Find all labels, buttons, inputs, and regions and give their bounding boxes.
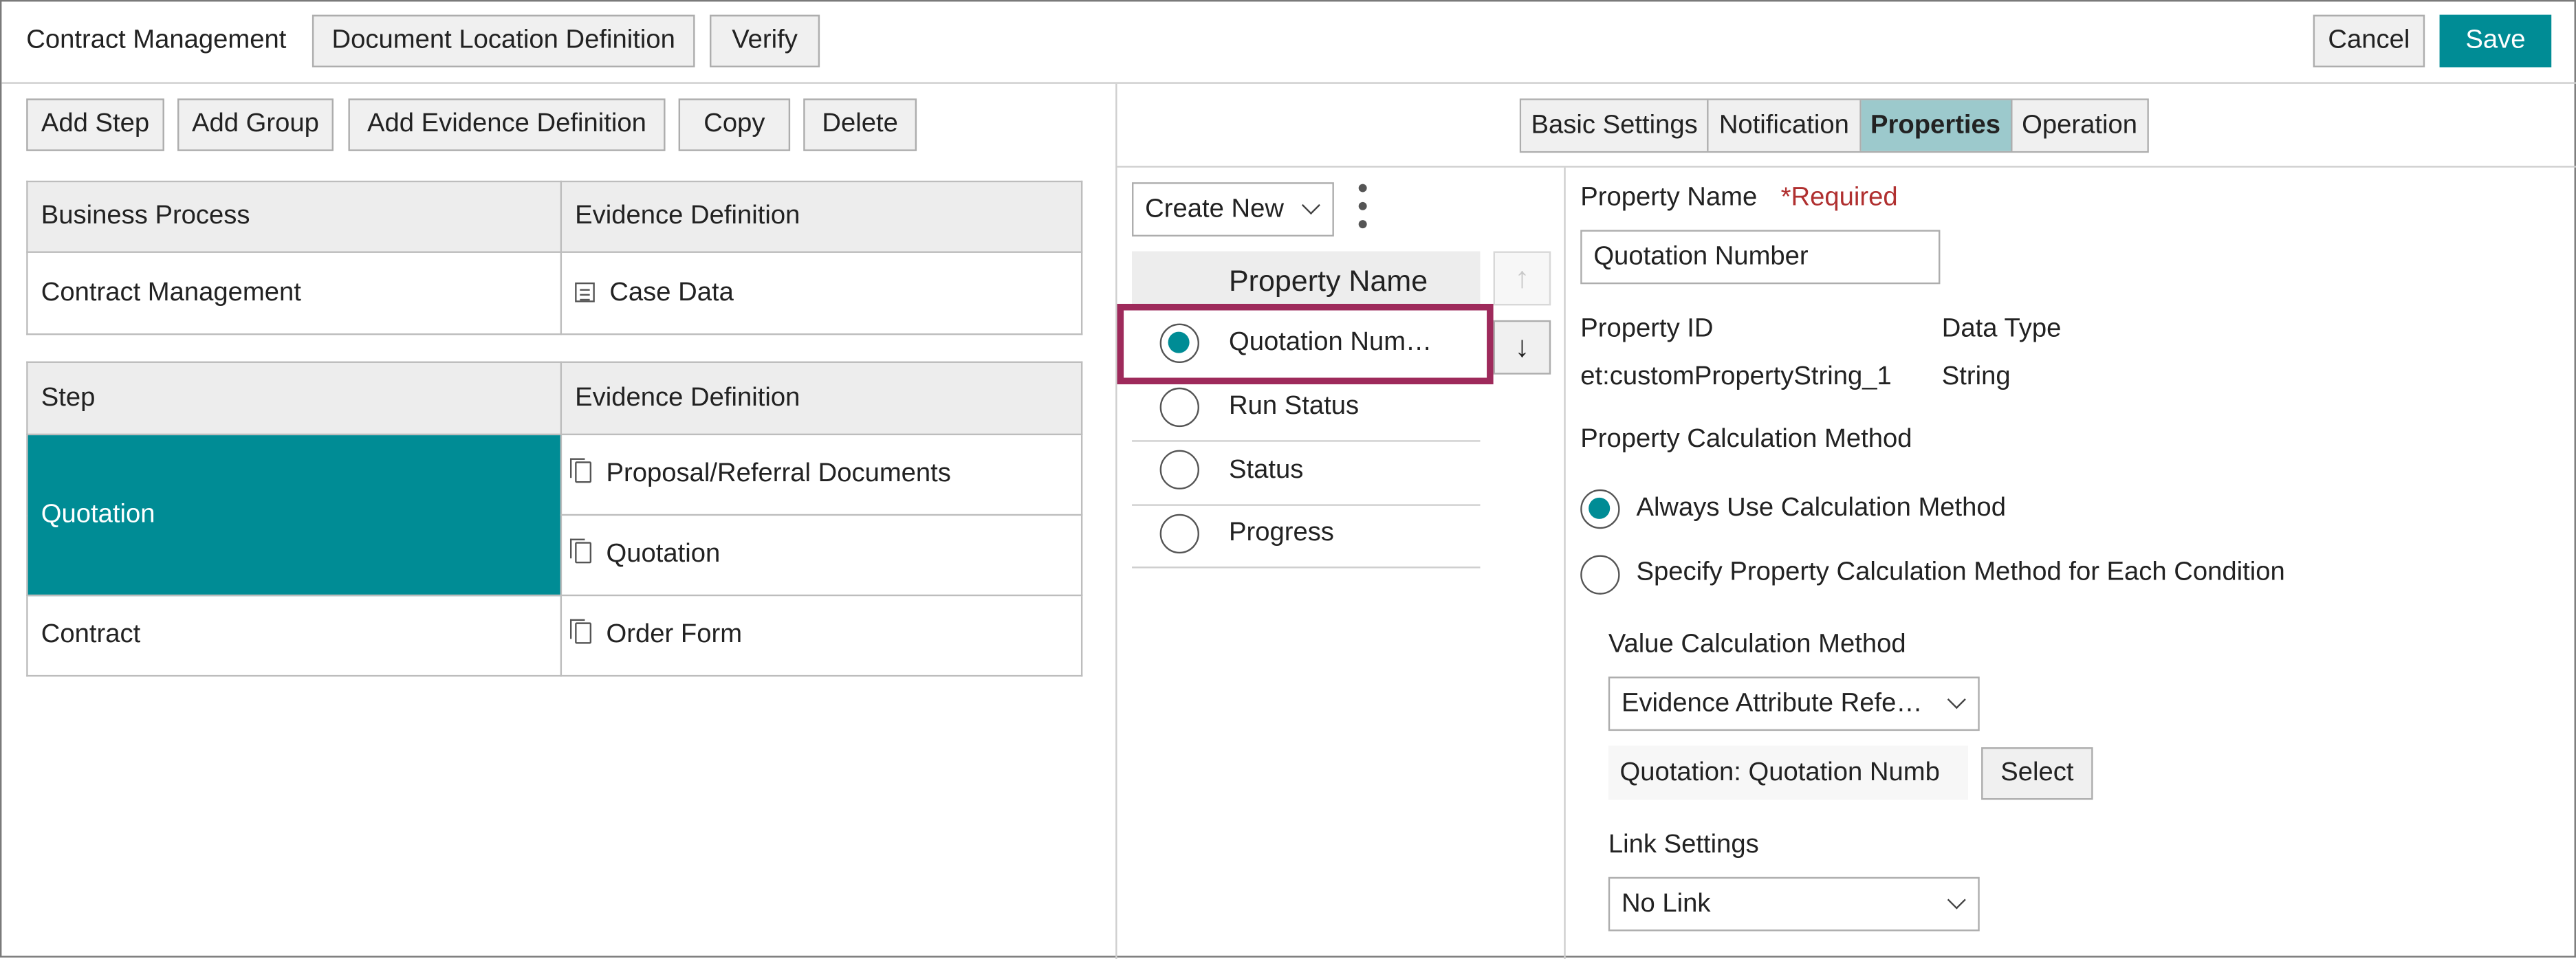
column-header-business-process: Business Process — [26, 180, 563, 253]
list-detail-divider — [1564, 167, 1566, 959]
evidence-cell[interactable]: Case Data — [560, 251, 1083, 335]
property-item-label: Run Status — [1228, 392, 1360, 421]
column-header-evidence-definition: Evidence Definition — [560, 361, 1083, 436]
evidence-cell[interactable]: Proposal/Referral Documents — [560, 433, 1083, 516]
arrow-down-icon: ↓ — [1514, 330, 1530, 363]
document-icon — [569, 619, 592, 644]
add-evidence-definition-button[interactable]: Add Evidence Definition — [348, 98, 666, 151]
row-divider — [1132, 440, 1481, 442]
column-header-step: Step — [26, 361, 563, 436]
row-divider — [1132, 504, 1481, 506]
property-list-header: Property Name — [1132, 251, 1481, 309]
property-item-label: Progress — [1228, 518, 1334, 547]
copy-button[interactable]: Copy — [678, 98, 791, 151]
value-calculation-method-dropdown[interactable]: Evidence Attribute Refe… — [1608, 676, 1980, 731]
list-icon — [575, 281, 595, 302]
move-down-button[interactable]: ↓ — [1493, 320, 1551, 375]
tabs-divider — [1117, 166, 2576, 168]
app-window: Contract Management Document Location De… — [0, 0, 2576, 959]
evidence-name: Order Form — [606, 621, 743, 649]
property-item-label: Status — [1228, 456, 1304, 485]
tab-notification[interactable]: Notification — [1709, 100, 1861, 151]
document-location-definition-button[interactable]: Document Location Definition — [312, 14, 695, 67]
evidence-cell[interactable]: Order Form — [560, 594, 1083, 677]
tab-operation[interactable]: Operation — [2011, 100, 2148, 151]
property-radio-run-status[interactable] — [1159, 387, 1199, 428]
tab-basic-settings[interactable]: Basic Settings — [1521, 100, 1710, 151]
step-contract-cell[interactable]: Contract — [26, 594, 563, 677]
property-id-label: Property ID — [1580, 315, 1714, 344]
per-condition-calculation-label: Specify Property Calculation Method for … — [1636, 558, 2285, 586]
property-name-label: Property Name — [1580, 184, 1758, 212]
create-new-dropdown[interactable]: Create New — [1132, 182, 1334, 237]
save-button[interactable]: Save — [2439, 14, 2552, 67]
link-settings-value: No Link — [1621, 890, 1711, 918]
evidence-name: Proposal/Referral Documents — [606, 459, 951, 488]
calculation-method-label: Property Calculation Method — [1580, 425, 1912, 454]
document-icon — [569, 538, 592, 564]
property-name-column-header: Property Name — [1228, 264, 1428, 298]
always-use-calculation-radio[interactable] — [1580, 489, 1620, 529]
link-settings-dropdown[interactable]: No Link — [1608, 877, 1980, 932]
add-step-button[interactable]: Add Step — [26, 98, 164, 151]
business-process-name[interactable]: Contract Management — [26, 251, 563, 335]
tab-properties[interactable]: Properties — [1860, 100, 2012, 151]
settings-tabs: Basic Settings Notification Properties O… — [1519, 98, 2149, 153]
reference-attribute-value: Quotation: Quotation Numb — [1608, 745, 1969, 800]
move-up-button[interactable]: ↑ — [1493, 251, 1551, 306]
data-type-label: Data Type — [1941, 315, 2062, 344]
evidence-name: Quotation — [606, 540, 721, 569]
per-condition-calculation-radio[interactable] — [1580, 555, 1620, 595]
property-radio-progress[interactable] — [1159, 514, 1199, 554]
document-icon — [569, 458, 592, 483]
delete-button[interactable]: Delete — [803, 98, 917, 151]
row-divider — [1132, 566, 1481, 569]
add-group-button[interactable]: Add Group — [177, 98, 334, 151]
selection-highlight-box — [1117, 303, 1494, 385]
always-use-calculation-label: Always Use Calculation Method — [1636, 494, 2006, 522]
link-settings-label: Link Settings — [1608, 830, 1759, 859]
required-label: *Required — [1780, 184, 1898, 212]
property-radio-status[interactable] — [1159, 450, 1199, 489]
verify-button[interactable]: Verify — [710, 14, 820, 67]
table-row[interactable]: Contract Management Case Data — [26, 251, 1083, 335]
arrow-up-icon: ↑ — [1514, 261, 1530, 294]
business-process-table: Business Process Evidence Definition Con… — [26, 180, 1083, 335]
page-title: Contract Management — [26, 26, 287, 54]
property-id-value: et:customPropertyString_1 — [1580, 362, 1892, 391]
evidence-name: Case Data — [609, 278, 734, 307]
value-calculation-method-label: Value Calculation Method — [1608, 630, 1906, 659]
step-table: Step Evidence Definition Quotation Propo… — [26, 361, 1083, 677]
evidence-cell[interactable]: Quotation — [560, 514, 1083, 597]
chevron-down-icon — [1947, 890, 1966, 910]
value-calculation-method-value: Evidence Attribute Refe… — [1621, 690, 1923, 718]
create-new-label: Create New — [1145, 195, 1284, 223]
select-attribute-button[interactable]: Select — [1981, 747, 2093, 800]
table-row[interactable]: Contract Order Form — [26, 594, 1083, 677]
kebab-menu-icon[interactable] — [1357, 182, 1370, 234]
property-name-input[interactable]: Quotation Number — [1580, 230, 1941, 285]
cancel-button[interactable]: Cancel — [2313, 14, 2425, 67]
step-quotation-cell[interactable]: Quotation — [26, 433, 563, 597]
panel-divider — [1115, 83, 1117, 959]
chevron-down-icon — [1301, 196, 1320, 215]
top-bar: Contract Management Document Location De… — [1, 1, 2576, 84]
data-type-value: String — [1941, 362, 2011, 391]
table-row[interactable]: Quotation Proposal/Referral Documents — [26, 433, 1083, 597]
chevron-down-icon — [1947, 690, 1966, 709]
column-header-evidence-definition: Evidence Definition — [560, 180, 1083, 253]
